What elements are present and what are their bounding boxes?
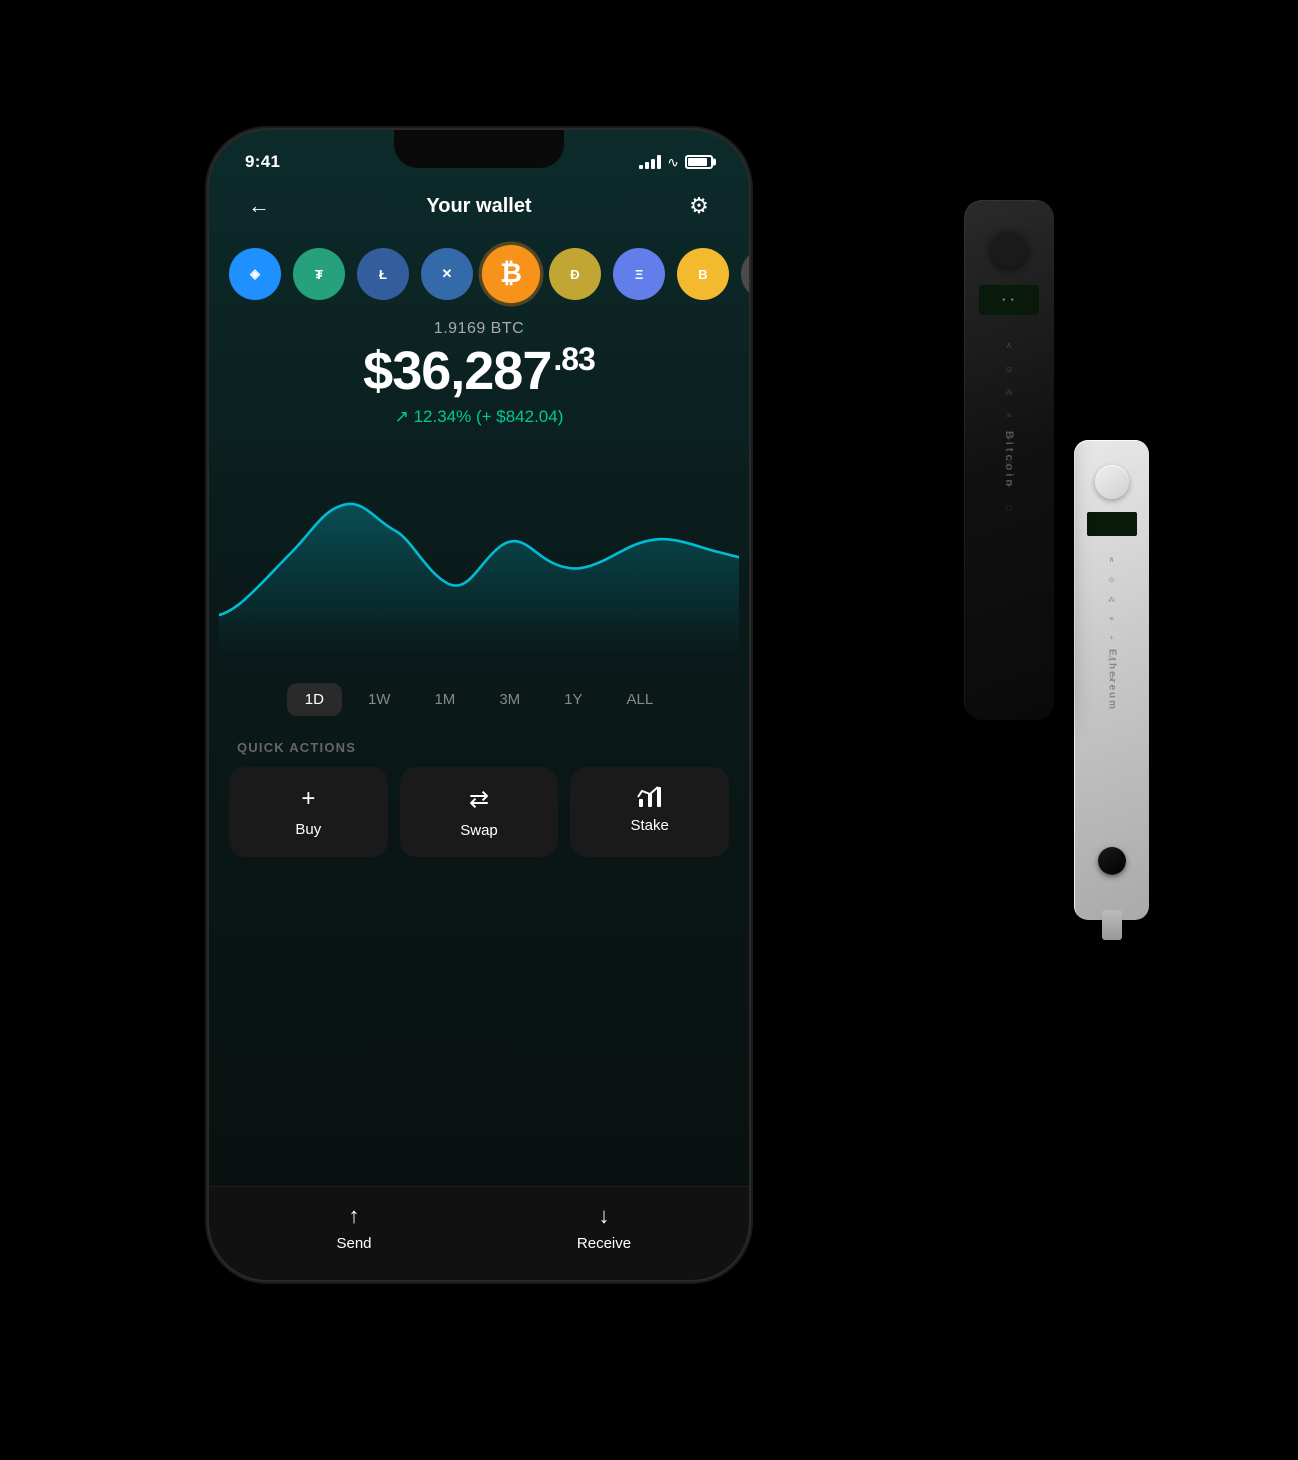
time-btn-1y[interactable]: 1Y <box>546 683 600 716</box>
nano-s-label: Ethereum <box>1106 649 1117 711</box>
buy-icon: + <box>301 785 315 813</box>
swap-label: Swap <box>460 822 498 839</box>
ledger-nano-s: ∧ ⊙ ⁂ ≡ + ▷ ∨ Ethereum <box>1074 440 1149 920</box>
nano-s-button-top <box>1095 465 1129 499</box>
crypto-coin-first[interactable]: ◈ <box>229 248 281 300</box>
time-period-selector: 1D 1W 1M 3M 1Y ALL <box>209 667 749 732</box>
nano-x-label: Bitcoin <box>1003 431 1015 489</box>
swap-button[interactable]: ⇄ Swap <box>400 767 559 857</box>
buy-button[interactable]: + Buy <box>229 767 388 857</box>
nano-s-body: ∧ ⊙ ⁂ ≡ + ▷ ∨ Ethereum <box>1074 440 1149 920</box>
nano-s-usb <box>1102 910 1122 940</box>
balance-change: ↗ 12.34% (+ $842.04) <box>229 407 729 427</box>
nano-x-button <box>990 230 1028 268</box>
scene: 9:41 ∿ ← Your wallet <box>149 80 1149 1380</box>
app-header: ← Your wallet ⚙ <box>209 180 749 240</box>
time-btn-1m[interactable]: 1M <box>416 683 473 716</box>
signal-icon <box>639 155 661 169</box>
send-label: Send <box>336 1235 371 1252</box>
price-chart <box>209 427 749 667</box>
balance-crypto-amount: 1.9169 BTC <box>229 320 729 338</box>
buy-label: Buy <box>295 821 321 838</box>
wifi-icon: ∿ <box>667 154 679 171</box>
crypto-selector-row: ◈ ₮ Ł ✕ ₿ Ð Ξ B A <box>209 240 749 308</box>
status-icons: ∿ <box>639 154 713 171</box>
swap-icon: ⇄ <box>469 785 489 814</box>
quick-actions-label: QUICK ACTIONS <box>209 732 749 767</box>
nano-x-screen: ● ● <box>979 285 1039 315</box>
crypto-coin-algo[interactable]: A <box>741 248 749 300</box>
balance-main: $36,287 <box>363 341 551 401</box>
chart-svg <box>219 447 739 657</box>
balance-fiat-amount: $36,287.83 <box>229 342 729 401</box>
stake-icon <box>637 785 663 809</box>
receive-icon: ↓ <box>599 1203 610 1229</box>
status-time: 9:41 <box>245 152 280 172</box>
nano-s-screen <box>1087 512 1137 536</box>
crypto-coin-eth[interactable]: Ξ <box>613 248 665 300</box>
crypto-coin-bnb[interactable]: B <box>677 248 729 300</box>
nano-s-button-bottom <box>1098 847 1126 875</box>
bottom-nav: ↑ Send ↓ Receive <box>209 1186 749 1280</box>
balance-cents: .83 <box>553 341 594 377</box>
quick-actions-row: + Buy ⇄ Swap Sta <box>209 767 749 857</box>
page-title: Your wallet <box>426 195 531 218</box>
crypto-coin-btc[interactable]: ₿ <box>482 245 540 303</box>
settings-button[interactable]: ⚙ <box>681 188 717 224</box>
battery-icon <box>685 155 713 169</box>
time-btn-1w[interactable]: 1W <box>350 683 409 716</box>
stake-label: Stake <box>631 817 669 834</box>
crypto-coin-doge[interactable]: Ð <box>549 248 601 300</box>
receive-button[interactable]: ↓ Receive <box>479 1203 729 1252</box>
send-icon: ↑ <box>349 1203 360 1229</box>
time-btn-3m[interactable]: 3M <box>481 683 538 716</box>
crypto-coin-usdt[interactable]: ₮ <box>293 248 345 300</box>
send-button[interactable]: ↑ Send <box>229 1203 479 1252</box>
ledger-nano-x: ● ● ∧ ⊙ ⁂ ≡ + ▷ ∨ □ Bitcoin <box>964 200 1054 720</box>
stake-button[interactable]: Stake <box>570 767 729 857</box>
time-btn-1d[interactable]: 1D <box>287 683 342 716</box>
time-btn-all[interactable]: ALL <box>609 683 672 716</box>
phone-device: 9:41 ∿ ← Your wallet <box>209 130 749 1280</box>
back-button[interactable]: ← <box>241 188 277 224</box>
notch <box>394 130 564 168</box>
crypto-coin-xrp[interactable]: ✕ <box>421 248 473 300</box>
crypto-coin-ltc[interactable]: Ł <box>357 248 409 300</box>
receive-label: Receive <box>577 1235 631 1252</box>
balance-section: 1.9169 BTC $36,287.83 ↗ 12.34% (+ $842.0… <box>209 308 749 427</box>
phone-screen: 9:41 ∿ ← Your wallet <box>209 130 749 1280</box>
nano-x-body: ● ● ∧ ⊙ ⁂ ≡ + ▷ ∨ □ Bitcoin <box>964 200 1054 720</box>
